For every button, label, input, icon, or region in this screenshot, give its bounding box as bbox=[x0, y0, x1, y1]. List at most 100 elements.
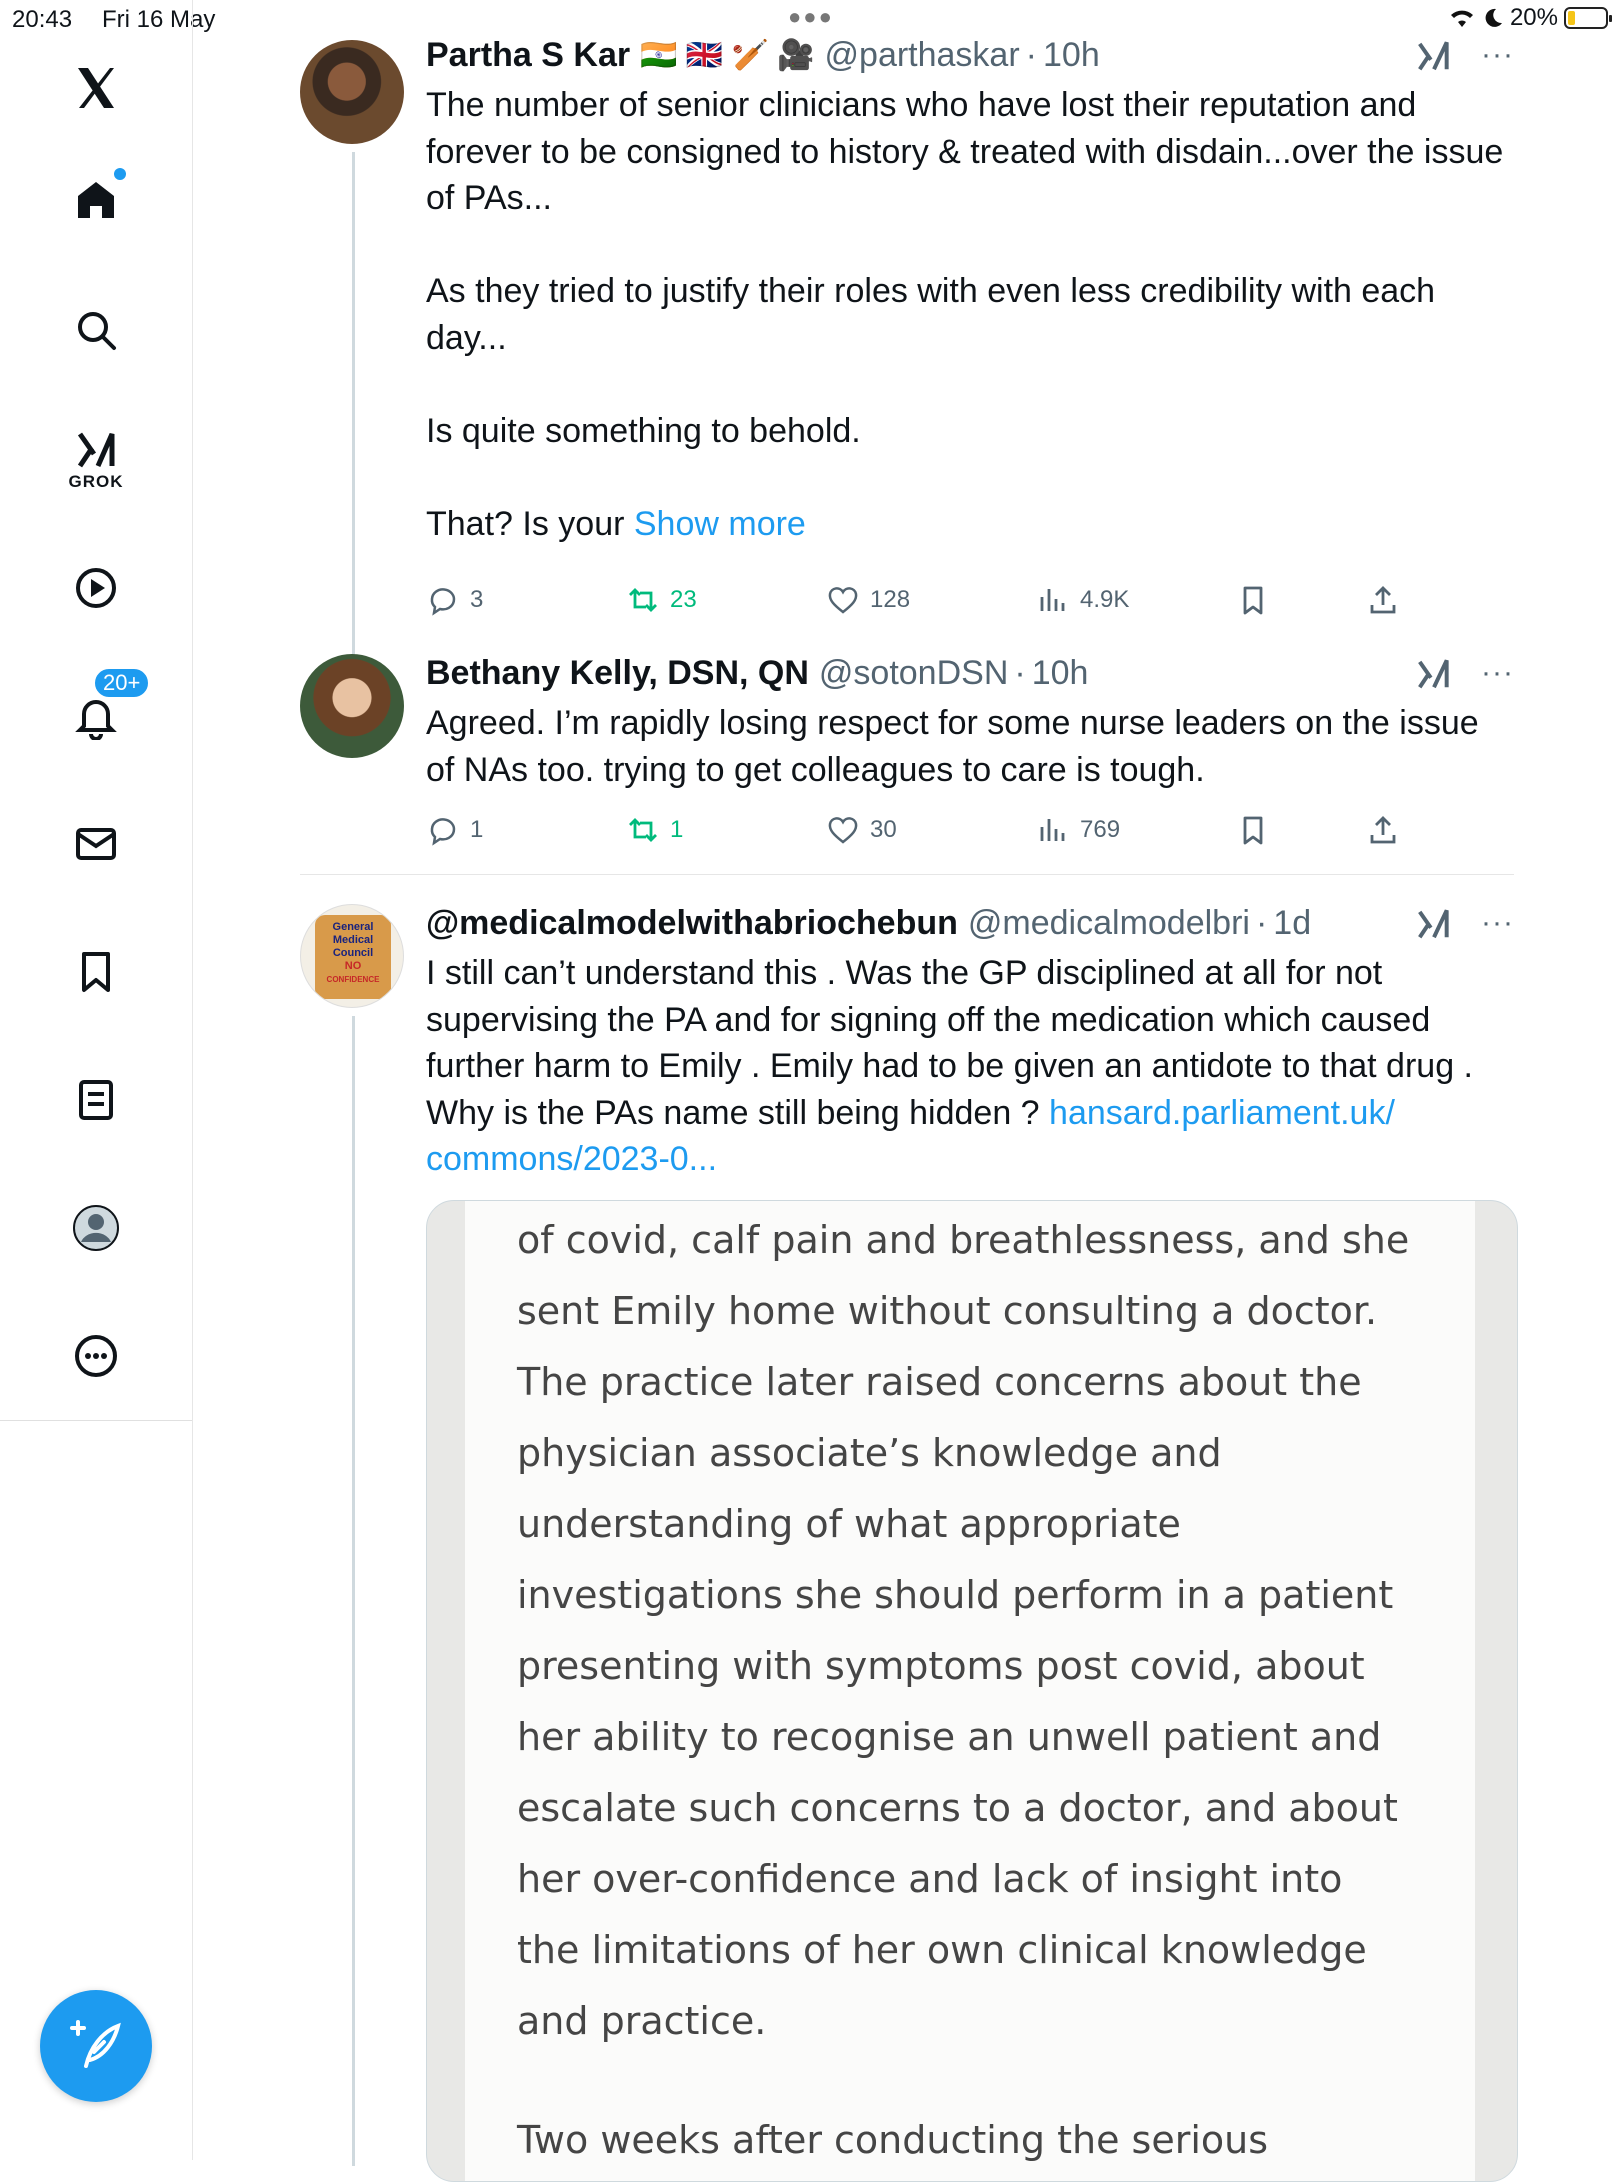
more-options-icon[interactable]: ··· bbox=[1481, 38, 1514, 72]
like-button[interactable]: 30 bbox=[826, 808, 897, 852]
moon-icon bbox=[1485, 8, 1502, 27]
thread-line bbox=[352, 1016, 355, 2166]
compose-icon bbox=[70, 2020, 121, 2068]
more-options-icon[interactable]: ··· bbox=[1481, 906, 1514, 940]
sidebar-item-search[interactable] bbox=[56, 290, 136, 370]
notification-badge: 20+ bbox=[92, 666, 152, 700]
sidebar-divider bbox=[0, 1420, 192, 1421]
sidebar-item-video[interactable] bbox=[56, 548, 136, 628]
reply-icon bbox=[430, 818, 456, 846]
bookmark-button[interactable] bbox=[1236, 578, 1270, 622]
status-right: 20% bbox=[1448, 4, 1612, 32]
x-logo[interactable] bbox=[56, 48, 136, 128]
views-button[interactable]: 769 bbox=[1036, 808, 1120, 852]
sidebar-item-more[interactable] bbox=[56, 1316, 136, 1396]
retweet-count: 23 bbox=[670, 586, 697, 613]
more-options-icon[interactable]: ··· bbox=[1481, 656, 1514, 690]
grok-icon[interactable] bbox=[1415, 654, 1453, 692]
sidebar-item-home[interactable] bbox=[56, 160, 136, 240]
user-handle[interactable]: @medicalmodelbri bbox=[968, 904, 1250, 943]
share-button[interactable] bbox=[1366, 578, 1400, 622]
sidebar-item-grok[interactable]: GROK bbox=[56, 410, 136, 491]
like-button[interactable]: 128 bbox=[826, 578, 910, 622]
user-handle[interactable]: @parthaskar bbox=[825, 36, 1020, 75]
tweet-header-actions: ··· bbox=[1415, 904, 1514, 942]
sidebar: GROK 20+ bbox=[0, 0, 193, 2160]
retweet-button[interactable]: 1 bbox=[626, 808, 683, 852]
thread-line bbox=[352, 152, 355, 682]
grok-icon[interactable] bbox=[1415, 904, 1453, 942]
battery-charging-icon bbox=[1564, 7, 1612, 29]
avatar[interactable] bbox=[300, 654, 404, 758]
separator: · bbox=[1014, 654, 1026, 692]
retweet-button[interactable]: 23 bbox=[626, 578, 697, 622]
display-name[interactable]: Partha S Kar bbox=[426, 36, 630, 75]
separator: · bbox=[1025, 36, 1037, 74]
views-button[interactable]: 4.9K bbox=[1036, 578, 1129, 622]
tweet-header-actions: ··· bbox=[1415, 654, 1514, 692]
show-more-link[interactable]: Show more bbox=[634, 505, 806, 543]
avatar[interactable]: General Medical Council NO CONFIDENCE bbox=[300, 904, 404, 1008]
retweet-icon bbox=[629, 588, 657, 612]
share-icon bbox=[1370, 816, 1396, 844]
retweet-icon bbox=[629, 818, 657, 842]
reply-count: 1 bbox=[470, 816, 484, 843]
battery-fill bbox=[1568, 11, 1575, 25]
search-icon bbox=[78, 312, 116, 350]
x-logo-icon bbox=[78, 68, 114, 108]
reply-button[interactable]: 1 bbox=[426, 808, 483, 852]
tweet-header-actions: ··· bbox=[1415, 36, 1514, 74]
profile-icon bbox=[73, 1205, 119, 1251]
tweet-media-image[interactable]: of covid, calf pain and breathlessness, … bbox=[426, 1200, 1518, 2182]
tweet-actions: 1 1 30 769 bbox=[426, 808, 1426, 852]
reply-button[interactable]: 3 bbox=[426, 578, 483, 622]
bookmark-icon bbox=[1243, 816, 1263, 845]
timestamp[interactable]: 10h bbox=[1043, 36, 1100, 75]
share-button[interactable] bbox=[1366, 808, 1400, 852]
tweet-header: @medicalmodelwithabriochebun @medicalmod… bbox=[426, 904, 1514, 943]
document-page: of covid, calf pain and breathlessness, … bbox=[465, 1201, 1475, 2181]
like-count: 128 bbox=[870, 586, 911, 613]
tweet-text: The number of senior clinicians who have… bbox=[426, 82, 1514, 547]
document-paragraph: Two weeks after conducting the serious bbox=[517, 2118, 1269, 2162]
more-circle-icon bbox=[75, 1335, 117, 1377]
wifi-icon bbox=[1450, 10, 1473, 27]
name-emojis: 🇮🇳 🇬🇧 🏏 🎥 bbox=[640, 39, 815, 72]
home-icon bbox=[78, 182, 114, 218]
sidebar-item-messages[interactable] bbox=[56, 804, 136, 884]
timestamp[interactable]: 1d bbox=[1273, 904, 1311, 943]
sidebar-item-bookmarks[interactable] bbox=[56, 932, 136, 1012]
sidebar-item-profile[interactable] bbox=[56, 1188, 136, 1268]
list-icon bbox=[79, 1080, 113, 1120]
tweet-body: The number of senior clinicians who have… bbox=[426, 86, 1504, 543]
document-paragraph: of covid, calf pain and breathlessness, … bbox=[517, 1218, 1410, 2043]
tweet-header: Bethany Kelly, DSN, QN @sotonDSN · 10h ·… bbox=[426, 654, 1514, 693]
timestamp[interactable]: 10h bbox=[1032, 654, 1089, 693]
sidebar-item-lists[interactable] bbox=[56, 1060, 136, 1140]
view-count: 4.9K bbox=[1080, 586, 1130, 613]
user-handle[interactable]: @sotonDSN bbox=[819, 654, 1008, 693]
views-icon bbox=[1040, 819, 1065, 841]
bookmark-icon bbox=[82, 952, 110, 992]
compose-button[interactable] bbox=[40, 1990, 152, 2102]
status-bar: 20:43 Fri 16 May ●●● 20% bbox=[0, 0, 1620, 40]
avatar-logo-line: Medical bbox=[332, 934, 374, 946]
grok-icon[interactable] bbox=[1415, 36, 1453, 74]
tweet-text: Agreed. I’m rapidly losing respect for s… bbox=[426, 704, 1489, 789]
avatar-logo-line: Council bbox=[332, 947, 374, 959]
avatar[interactable] bbox=[300, 40, 404, 144]
separator: · bbox=[1255, 904, 1268, 942]
bookmark-button[interactable] bbox=[1236, 808, 1270, 852]
display-name[interactable]: @medicalmodelwithabriochebun bbox=[426, 904, 958, 943]
avatar-logo: General Medical Council NO CONFIDENCE bbox=[315, 915, 391, 999]
heart-icon bbox=[828, 587, 858, 614]
views-icon bbox=[1040, 589, 1065, 611]
multitask-dots[interactable]: ●●● bbox=[788, 4, 834, 30]
play-icon bbox=[76, 568, 116, 608]
sidebar-item-notifications[interactable]: 20+ bbox=[56, 666, 152, 756]
like-count: 30 bbox=[870, 816, 897, 843]
tweet-actions: 3 23 128 4.9K bbox=[426, 578, 1426, 622]
reply-icon bbox=[430, 588, 456, 616]
display-name[interactable]: Bethany Kelly, DSN, QN bbox=[426, 654, 809, 693]
bookmark-icon bbox=[1243, 586, 1263, 615]
